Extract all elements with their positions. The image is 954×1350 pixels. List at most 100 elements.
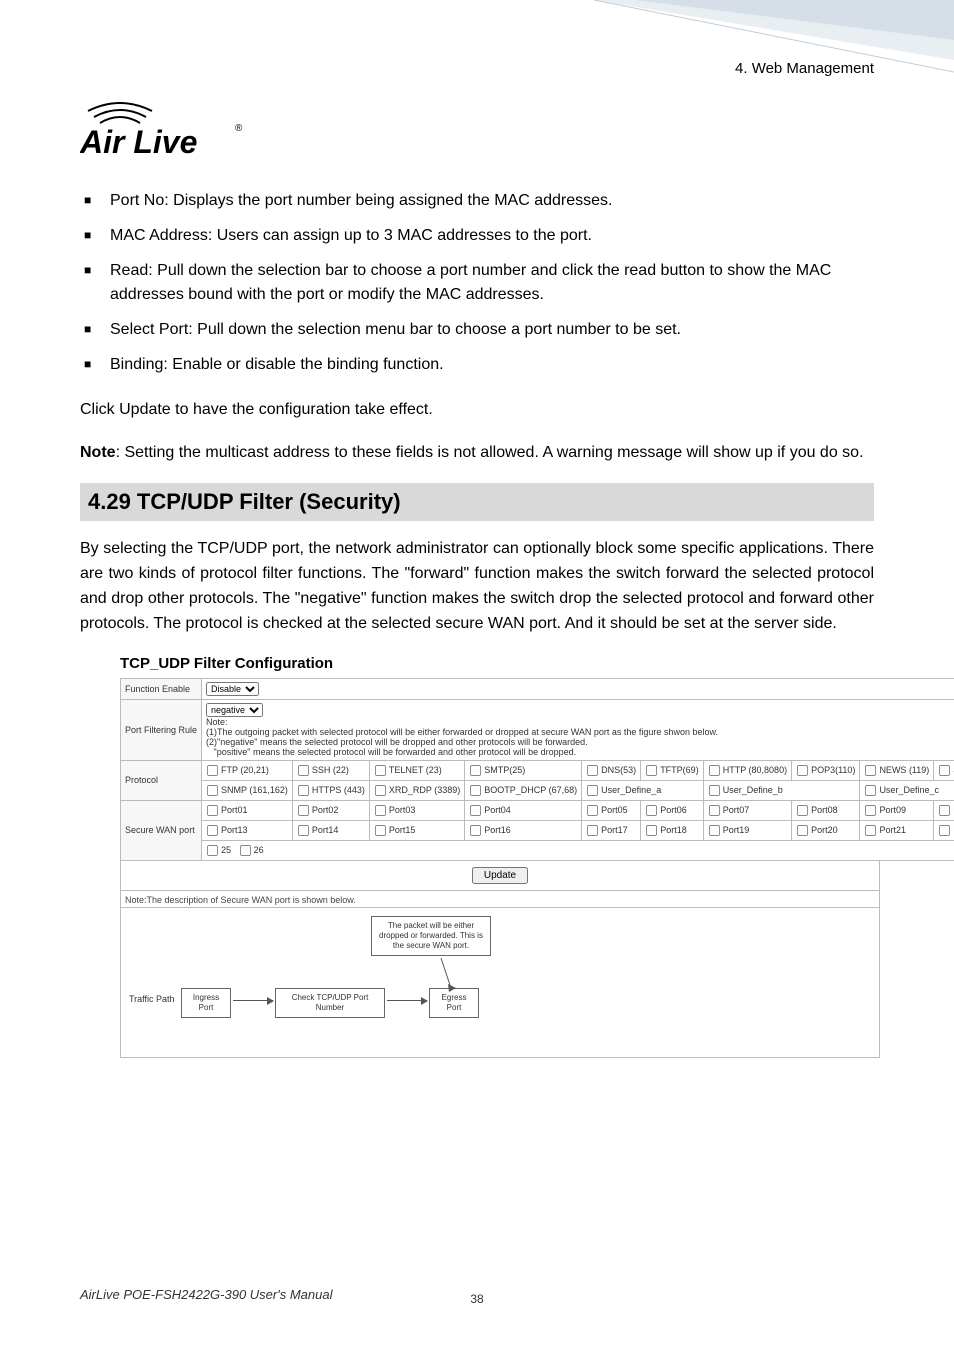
protocol-label: XRD_RDP (3389) — [389, 784, 460, 794]
protocol-label: SSH (22) — [312, 764, 349, 774]
port-checkbox[interactable] — [709, 825, 720, 836]
arrow-icon — [233, 1000, 273, 1001]
port-checkbox[interactable] — [939, 825, 950, 836]
check-box: Check TCP/UDP Port Number — [275, 988, 385, 1018]
protocol-checkbox[interactable] — [797, 765, 808, 776]
port-checkbox[interactable] — [207, 825, 218, 836]
protocol-checkbox[interactable] — [375, 785, 386, 796]
list-item: Binding: Enable or disable the binding f… — [110, 353, 874, 378]
port-checkbox[interactable] — [865, 805, 876, 816]
port-checkbox[interactable] — [240, 845, 251, 856]
protocol-checkbox[interactable] — [587, 765, 598, 776]
protocol-label: BOOTP_DHCP (67,68) — [484, 784, 577, 794]
note-label: Note — [80, 444, 116, 461]
top-box: The packet will be either dropped or for… — [371, 916, 491, 956]
port-label: Port08 — [811, 804, 838, 814]
arrow-icon — [387, 1000, 427, 1001]
protocol-checkbox[interactable] — [298, 765, 309, 776]
protocol-checkbox[interactable] — [207, 785, 218, 796]
footer-manual: AirLive POE-FSH2422G-390 User's Manual — [80, 1287, 332, 1302]
port-label: 25 — [221, 844, 231, 854]
port-checkbox[interactable] — [646, 825, 657, 836]
port-checkbox[interactable] — [207, 845, 218, 856]
protocol-checkbox[interactable] — [709, 785, 720, 796]
list-item: Select Port: Pull down the selection men… — [110, 318, 874, 343]
protocol-label: POP3(110) — [811, 764, 855, 774]
row-label: Function Enable — [121, 678, 202, 699]
port-label: Port13 — [221, 824, 248, 834]
port-checkbox[interactable] — [470, 805, 481, 816]
port-label: Port02 — [312, 804, 339, 814]
note-line: (1)The outgoing packet with selected pro… — [206, 727, 718, 737]
port-label: Port16 — [484, 824, 511, 834]
port-label: Port03 — [389, 804, 416, 814]
protocol-label: HTTPS (443) — [312, 784, 365, 794]
protocol-label: User_Define_c — [879, 784, 939, 794]
port-checkbox[interactable] — [375, 805, 386, 816]
protocol-label: User_Define_a — [601, 784, 661, 794]
protocol-label: DNS(53) — [601, 764, 636, 774]
port-label: Port09 — [879, 804, 906, 814]
list-item: MAC Address: Users can assign up to 3 MA… — [110, 224, 874, 249]
port-label: Port19 — [723, 824, 750, 834]
protocol-label: TFTP(69) — [660, 764, 699, 774]
page-number: 38 — [470, 1292, 483, 1306]
port-label: Port07 — [723, 804, 750, 814]
protocol-label: TELNET (23) — [389, 764, 442, 774]
port-label: Port01 — [221, 804, 248, 814]
port-checkbox[interactable] — [646, 805, 657, 816]
protocol-checkbox[interactable] — [298, 785, 309, 796]
description-note: Note:The description of Secure WAN port … — [120, 891, 880, 908]
note-text: : Setting the multicast address to these… — [116, 444, 864, 461]
port-checkbox[interactable] — [865, 825, 876, 836]
port-checkbox[interactable] — [939, 805, 950, 816]
port-checkbox[interactable] — [797, 805, 808, 816]
paragraph: Click Update to have the configuration t… — [80, 398, 874, 423]
port-checkbox[interactable] — [375, 825, 386, 836]
port-label: Port15 — [389, 824, 416, 834]
protocol-checkbox[interactable] — [470, 785, 481, 796]
egress-box: Egress Port — [429, 988, 479, 1018]
protocol-checkbox[interactable] — [939, 765, 950, 776]
protocol-checkbox[interactable] — [470, 765, 481, 776]
protocol-checkbox[interactable] — [865, 765, 876, 776]
port-checkbox[interactable] — [709, 805, 720, 816]
protocol-checkbox[interactable] — [207, 765, 218, 776]
ingress-box: Ingress Port — [181, 988, 231, 1018]
port-label: 26 — [254, 844, 264, 854]
protocol-label: User_Define_b — [723, 784, 783, 794]
port-label: Port05 — [601, 804, 628, 814]
port-label: Port06 — [660, 804, 687, 814]
port-label: Port20 — [811, 824, 838, 834]
protocol-checkbox[interactable] — [865, 785, 876, 796]
brand-logo: Air Live ® — [80, 97, 874, 161]
protocol-checkbox[interactable] — [646, 765, 657, 776]
filter-rule-select[interactable]: negative — [206, 703, 263, 717]
note-title: Note: — [206, 717, 228, 727]
port-checkbox[interactable] — [298, 805, 309, 816]
protocol-label: FTP (20,21) — [221, 764, 269, 774]
protocol-checkbox[interactable] — [587, 785, 598, 796]
port-label: Port18 — [660, 824, 687, 834]
traffic-path-label: Traffic Path — [129, 994, 175, 1004]
port-label: Port21 — [879, 824, 906, 834]
port-checkbox[interactable] — [797, 825, 808, 836]
port-label: Port14 — [312, 824, 339, 834]
config-table: Function Enable Disable Port Filtering R… — [120, 678, 880, 1058]
port-checkbox[interactable] — [470, 825, 481, 836]
list-item: Read: Pull down the selection bar to cho… — [110, 259, 874, 309]
protocol-label: SMTP(25) — [484, 764, 525, 774]
port-checkbox[interactable] — [587, 825, 598, 836]
config-title: TCP_UDP Filter Configuration — [120, 655, 874, 672]
svg-text:Air Live: Air Live — [80, 124, 197, 160]
port-checkbox[interactable] — [298, 825, 309, 836]
port-label: Port17 — [601, 824, 628, 834]
protocol-checkbox[interactable] — [375, 765, 386, 776]
port-label: Port04 — [484, 804, 511, 814]
update-button[interactable]: Update — [472, 867, 528, 884]
port-checkbox[interactable] — [207, 805, 218, 816]
function-enable-select[interactable]: Disable — [206, 682, 259, 696]
protocol-checkbox[interactable] — [709, 765, 720, 776]
section-heading: 4.29 TCP/UDP Filter (Security) — [80, 483, 874, 521]
port-checkbox[interactable] — [587, 805, 598, 816]
